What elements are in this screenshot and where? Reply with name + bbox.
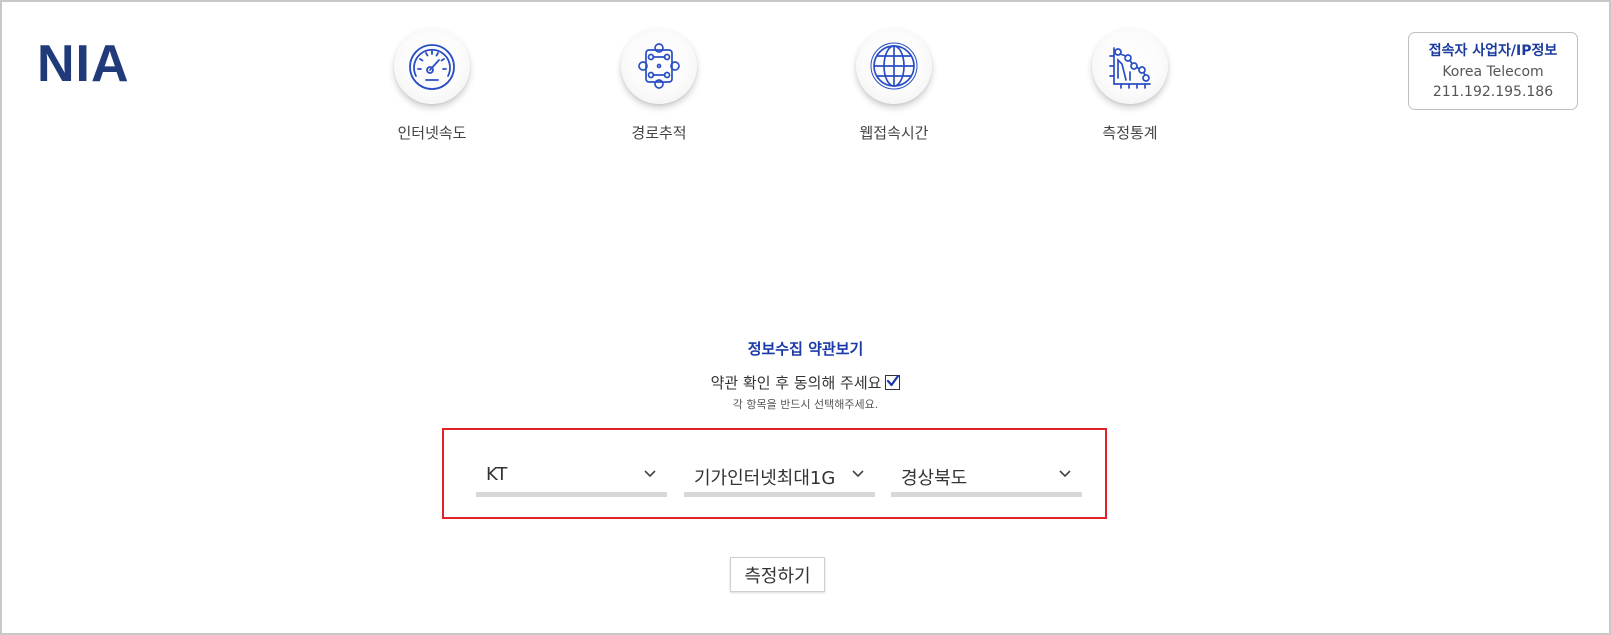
- isp-name: Korea Telecom: [1442, 64, 1544, 80]
- nav-web-access-time[interactable]: 웹접속시간: [824, 28, 964, 143]
- nav-internet-speed[interactable]: 인터넷속도: [362, 28, 502, 143]
- route-trace-icon: [638, 43, 680, 89]
- connection-info-box: 접속자 사업자/IP정보 Korea Telecom 211.192.195.1…: [1408, 32, 1578, 110]
- nia-logo[interactable]: NIA: [37, 38, 130, 90]
- nav-statistics[interactable]: 측정통계: [1060, 28, 1200, 143]
- terms-view-link-text[interactable]: 정보수집 약관보기: [748, 340, 864, 358]
- nav-label: 경로추적: [631, 124, 687, 142]
- page-frame: [0, 0, 1611, 635]
- nav-icon-circle: [621, 28, 697, 104]
- chevron-down-icon: [644, 470, 656, 478]
- selection-hint: 각 항목을 반드시 선택해주세요.: [732, 398, 879, 411]
- nav-route-trace[interactable]: 경로추적: [589, 28, 729, 143]
- region-select-value: 경상북도: [901, 468, 968, 489]
- nav-icon-circle: [856, 28, 932, 104]
- nav-label: 측정통계: [1102, 124, 1158, 142]
- checkmark-icon: [887, 374, 900, 387]
- ip-address: 211.192.195.186: [1432, 84, 1554, 100]
- terms-agree-row: 약관 확인 후 동의해 주세요: [0, 372, 1611, 393]
- product-select[interactable]: 기가인터넷최대1G: [684, 460, 875, 497]
- region-select[interactable]: 경상북도: [891, 460, 1082, 497]
- isp-select-value: KT: [486, 464, 508, 485]
- nav-label: 인터넷속도: [397, 124, 467, 142]
- terms-agree-checkbox[interactable]: [885, 374, 901, 390]
- nav-icon-circle: [394, 28, 470, 104]
- terms-view-link[interactable]: 정보수집 약관보기: [0, 338, 1611, 359]
- statistics-chart-icon: [1109, 47, 1151, 89]
- nav-label: 웹접속시간: [859, 124, 929, 142]
- speedometer-icon: [409, 44, 455, 90]
- chevron-down-icon: [852, 470, 864, 478]
- nav-icon-circle: [1092, 28, 1168, 104]
- isp-select[interactable]: KT: [476, 460, 667, 497]
- globe-icon: [870, 42, 918, 90]
- product-select-value: 기가인터넷최대1G: [694, 468, 836, 489]
- measure-button[interactable]: 측정하기: [730, 557, 825, 592]
- selection-group-highlight: KT 기가인터넷최대1G 경상북도: [442, 428, 1107, 519]
- connection-info-title: 접속자 사업자/IP정보: [1428, 43, 1558, 59]
- terms-agree-label: 약관 확인 후 동의해 주세요: [710, 374, 882, 392]
- chevron-down-icon: [1059, 470, 1071, 478]
